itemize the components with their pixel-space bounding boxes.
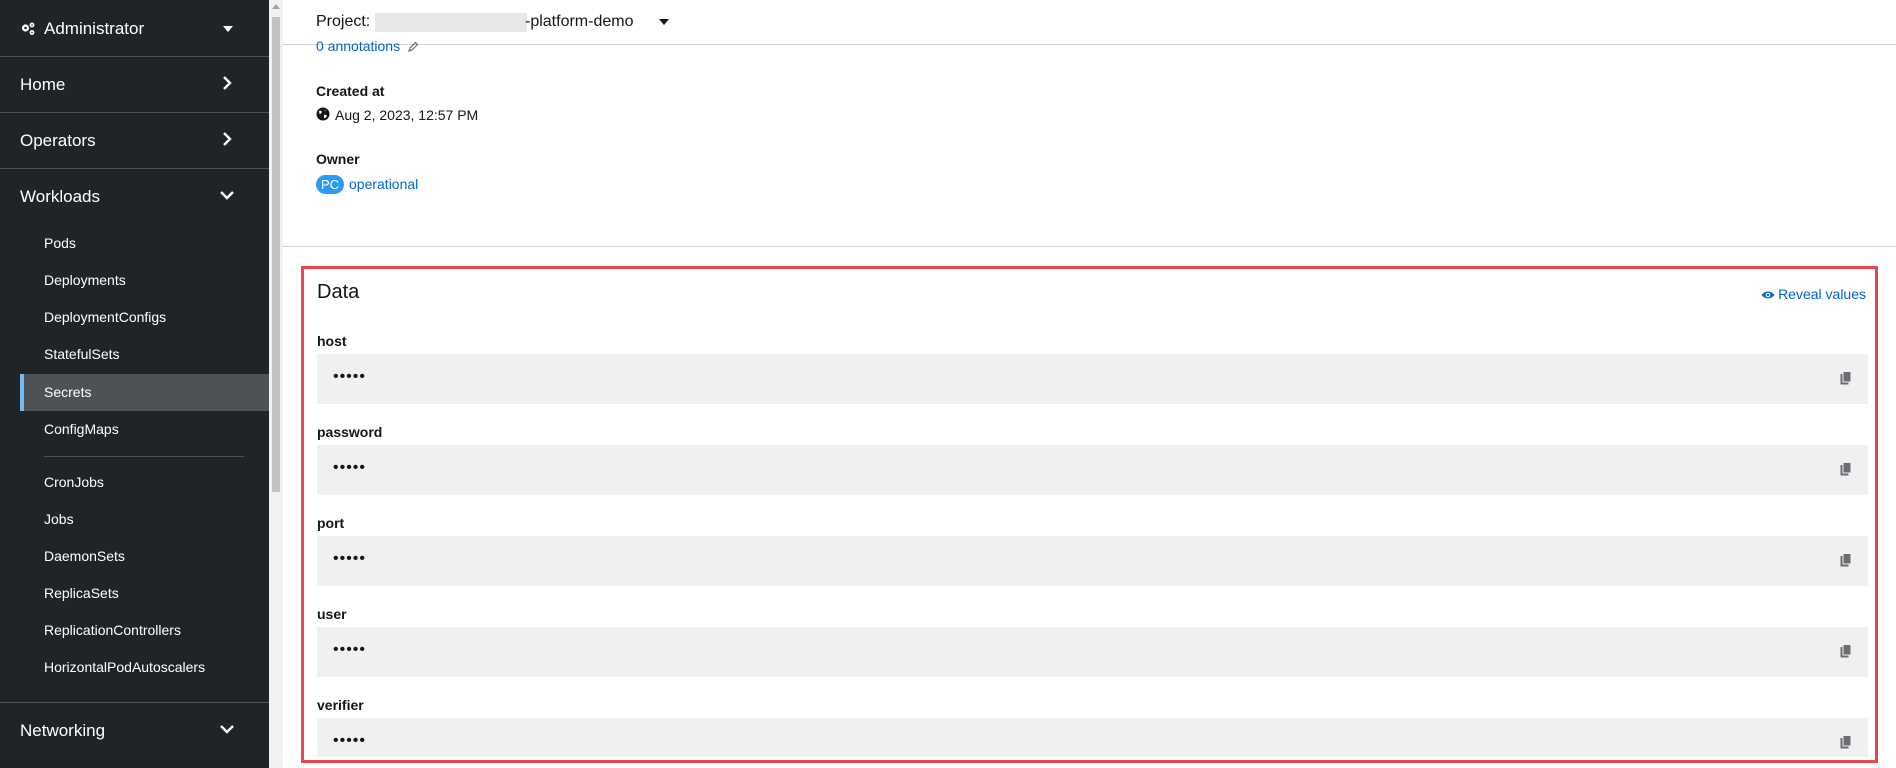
field-label-password: password — [317, 424, 383, 440]
sidebar-item-label: Secrets — [44, 384, 92, 400]
field-label-user: user — [317, 606, 347, 622]
perspective-switcher[interactable]: Administrator — [0, 0, 269, 57]
sidebar-item-cronjobs[interactable]: CronJobs — [0, 464, 269, 501]
project-dropdown-caret-icon[interactable] — [659, 19, 669, 25]
reveal-values-label: Reveal values — [1778, 286, 1866, 302]
sidebar-item-secrets[interactable]: Secrets — [20, 374, 269, 411]
sidebar-item-label: HorizontalPodAutoscalers — [44, 659, 206, 675]
section-divider — [283, 246, 1896, 247]
sidebar-item-label: Jobs — [44, 511, 74, 527]
masked-value: ••••• — [333, 732, 367, 749]
field-label-host: host — [317, 333, 347, 349]
secret-data-section: Data Reveal values host ••••• password •… — [301, 266, 1878, 763]
project-label: Project: — [316, 13, 371, 30]
perspective-label: Administrator — [44, 19, 145, 38]
sidebar-item-jobs[interactable]: Jobs — [0, 501, 269, 538]
nav-section-workloads[interactable]: Workloads — [0, 169, 269, 225]
field-label-port: port — [317, 515, 345, 531]
chevron-right-icon — [223, 76, 232, 90]
sidebar-item-label: ConfigMaps — [44, 421, 119, 437]
cogs-icon — [21, 22, 35, 35]
reveal-values-button[interactable]: Reveal values — [1761, 286, 1866, 302]
sidebar-item-label: StatefulSets — [44, 346, 120, 362]
sidebar-item-label: Deployments — [44, 272, 126, 288]
nav-section-networking[interactable]: Networking — [0, 703, 269, 759]
sidebar-item-label: Pods — [44, 235, 76, 251]
chevron-down-icon — [220, 725, 234, 734]
scrollbar-thumb[interactable] — [272, 17, 280, 492]
copy-icon[interactable] — [1840, 462, 1852, 476]
nav-section-label: Workloads — [20, 187, 100, 206]
copy-icon[interactable] — [1840, 644, 1852, 658]
field-value-port: ••••• — [317, 536, 1868, 586]
sidebar-item-label: ReplicationControllers — [44, 622, 181, 638]
sidebar-item-label: ReplicaSets — [44, 585, 119, 601]
copy-icon[interactable] — [1840, 371, 1852, 385]
nav-section-label: Operators — [20, 131, 96, 150]
annotations-link[interactable]: 0 annotations — [316, 38, 400, 54]
sidebar-item-deploymentconfigs[interactable]: DeploymentConfigs — [0, 299, 269, 336]
created-at-label: Created at — [316, 83, 385, 99]
sidebar-item-horizontalpodautoscalers[interactable]: HorizontalPodAutoscalers — [0, 649, 269, 686]
owner-link[interactable]: operational — [349, 176, 418, 192]
owner-label: Owner — [316, 151, 360, 167]
eye-icon — [1761, 291, 1775, 299]
caret-down-icon — [223, 26, 233, 32]
chevron-down-icon — [220, 191, 234, 200]
redacted-project-prefix — [375, 13, 527, 32]
sidebar-nav: Administrator Home Operators Workloads P… — [0, 0, 269, 768]
active-indicator — [20, 374, 24, 411]
sidebar-item-label: DeploymentConfigs — [44, 309, 167, 325]
copy-icon[interactable] — [1840, 553, 1852, 567]
field-value-password: ••••• — [317, 445, 1868, 495]
sidebar-item-label: DaemonSets — [44, 548, 125, 564]
masked-value: ••••• — [333, 550, 367, 567]
sidebar-item-pods[interactable]: Pods — [0, 225, 269, 262]
masked-value: ••••• — [333, 641, 367, 658]
field-value-verifier: ••••• — [317, 718, 1868, 757]
sidebar-item-label: CronJobs — [44, 474, 104, 490]
nav-divider — [44, 456, 244, 457]
project-bar: Project: -platform-demo — [283, 0, 1896, 45]
sidebar-item-deployments[interactable]: Deployments — [0, 262, 269, 299]
sidebar-item-configmaps[interactable]: ConfigMaps — [0, 411, 269, 448]
field-label-verifier: verifier — [317, 697, 364, 713]
nav-section-label: Home — [20, 75, 66, 94]
pencil-icon[interactable] — [407, 41, 419, 53]
copy-icon[interactable] — [1840, 735, 1852, 749]
project-name[interactable]: -platform-demo — [525, 13, 633, 31]
scroll-up-icon[interactable] — [272, 4, 280, 9]
sidebar-item-statefulsets[interactable]: StatefulSets — [0, 336, 269, 373]
sidebar-item-replicationcontrollers[interactable]: ReplicationControllers — [0, 612, 269, 649]
main-content: Project: -platform-demo 0 annotations Cr… — [283, 0, 1896, 768]
field-value-host: ••••• — [317, 354, 1868, 404]
nav-section-home[interactable]: Home — [0, 57, 269, 113]
page-scrollbar[interactable] — [269, 0, 283, 768]
field-value-user: ••••• — [317, 627, 1868, 677]
created-at-value: Aug 2, 2023, 12:57 PM — [335, 107, 479, 123]
chevron-right-icon — [223, 132, 232, 146]
owner-kind-badge: PC — [316, 175, 344, 194]
data-section-title: Data — [317, 281, 360, 303]
sidebar-item-daemonsets[interactable]: DaemonSets — [0, 538, 269, 575]
globe-icon — [316, 107, 330, 121]
sidebar-item-replicasets[interactable]: ReplicaSets — [0, 575, 269, 612]
nav-section-label: Networking — [20, 721, 106, 740]
nav-section-operators[interactable]: Operators — [0, 113, 269, 169]
masked-value: ••••• — [333, 368, 367, 385]
masked-value: ••••• — [333, 459, 367, 476]
